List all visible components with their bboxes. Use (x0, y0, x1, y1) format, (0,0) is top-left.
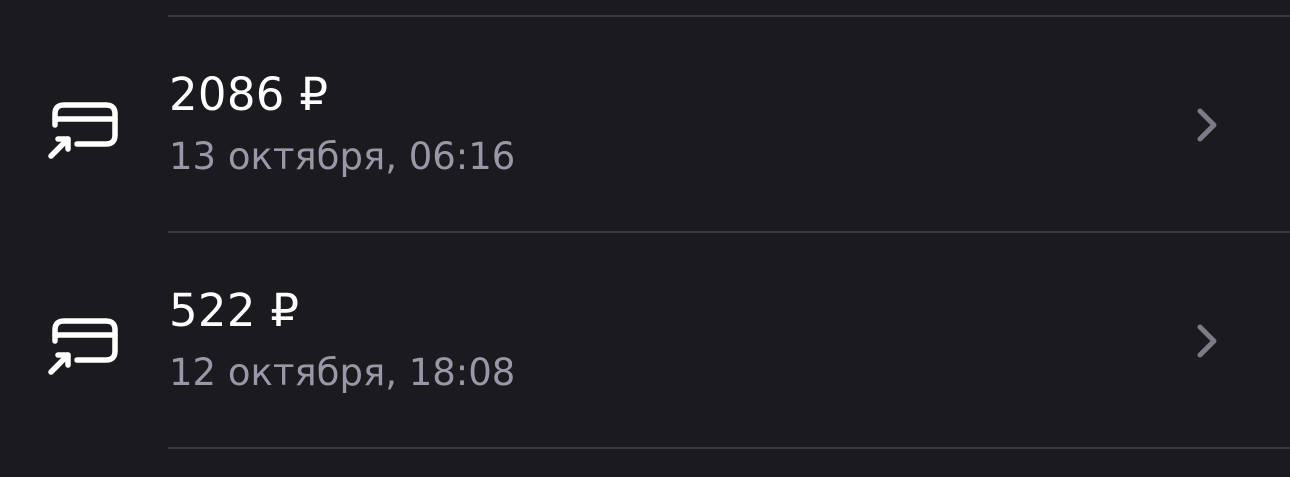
transaction-row[interactable]: 522 ₽ 12 октября, 18:08 (0, 233, 1290, 447)
transaction-row[interactable]: 2086 ₽ 13 октября, 06:16 (0, 17, 1290, 231)
transaction-date: 12 октября, 18:08 (169, 351, 516, 394)
transaction-list: 2086 ₽ 13 октября, 06:16 522 ₽ 12 октябр… (0, 0, 1290, 477)
chevron-right-icon (1190, 321, 1222, 361)
divider (168, 447, 1290, 449)
transaction-date: 13 октября, 06:16 (169, 135, 516, 178)
chevron-right-icon (1190, 105, 1222, 145)
card-incoming-icon (46, 314, 120, 376)
transaction-amount: 522 ₽ (169, 284, 300, 337)
transaction-amount: 2086 ₽ (169, 68, 329, 121)
card-incoming-icon (46, 98, 120, 160)
